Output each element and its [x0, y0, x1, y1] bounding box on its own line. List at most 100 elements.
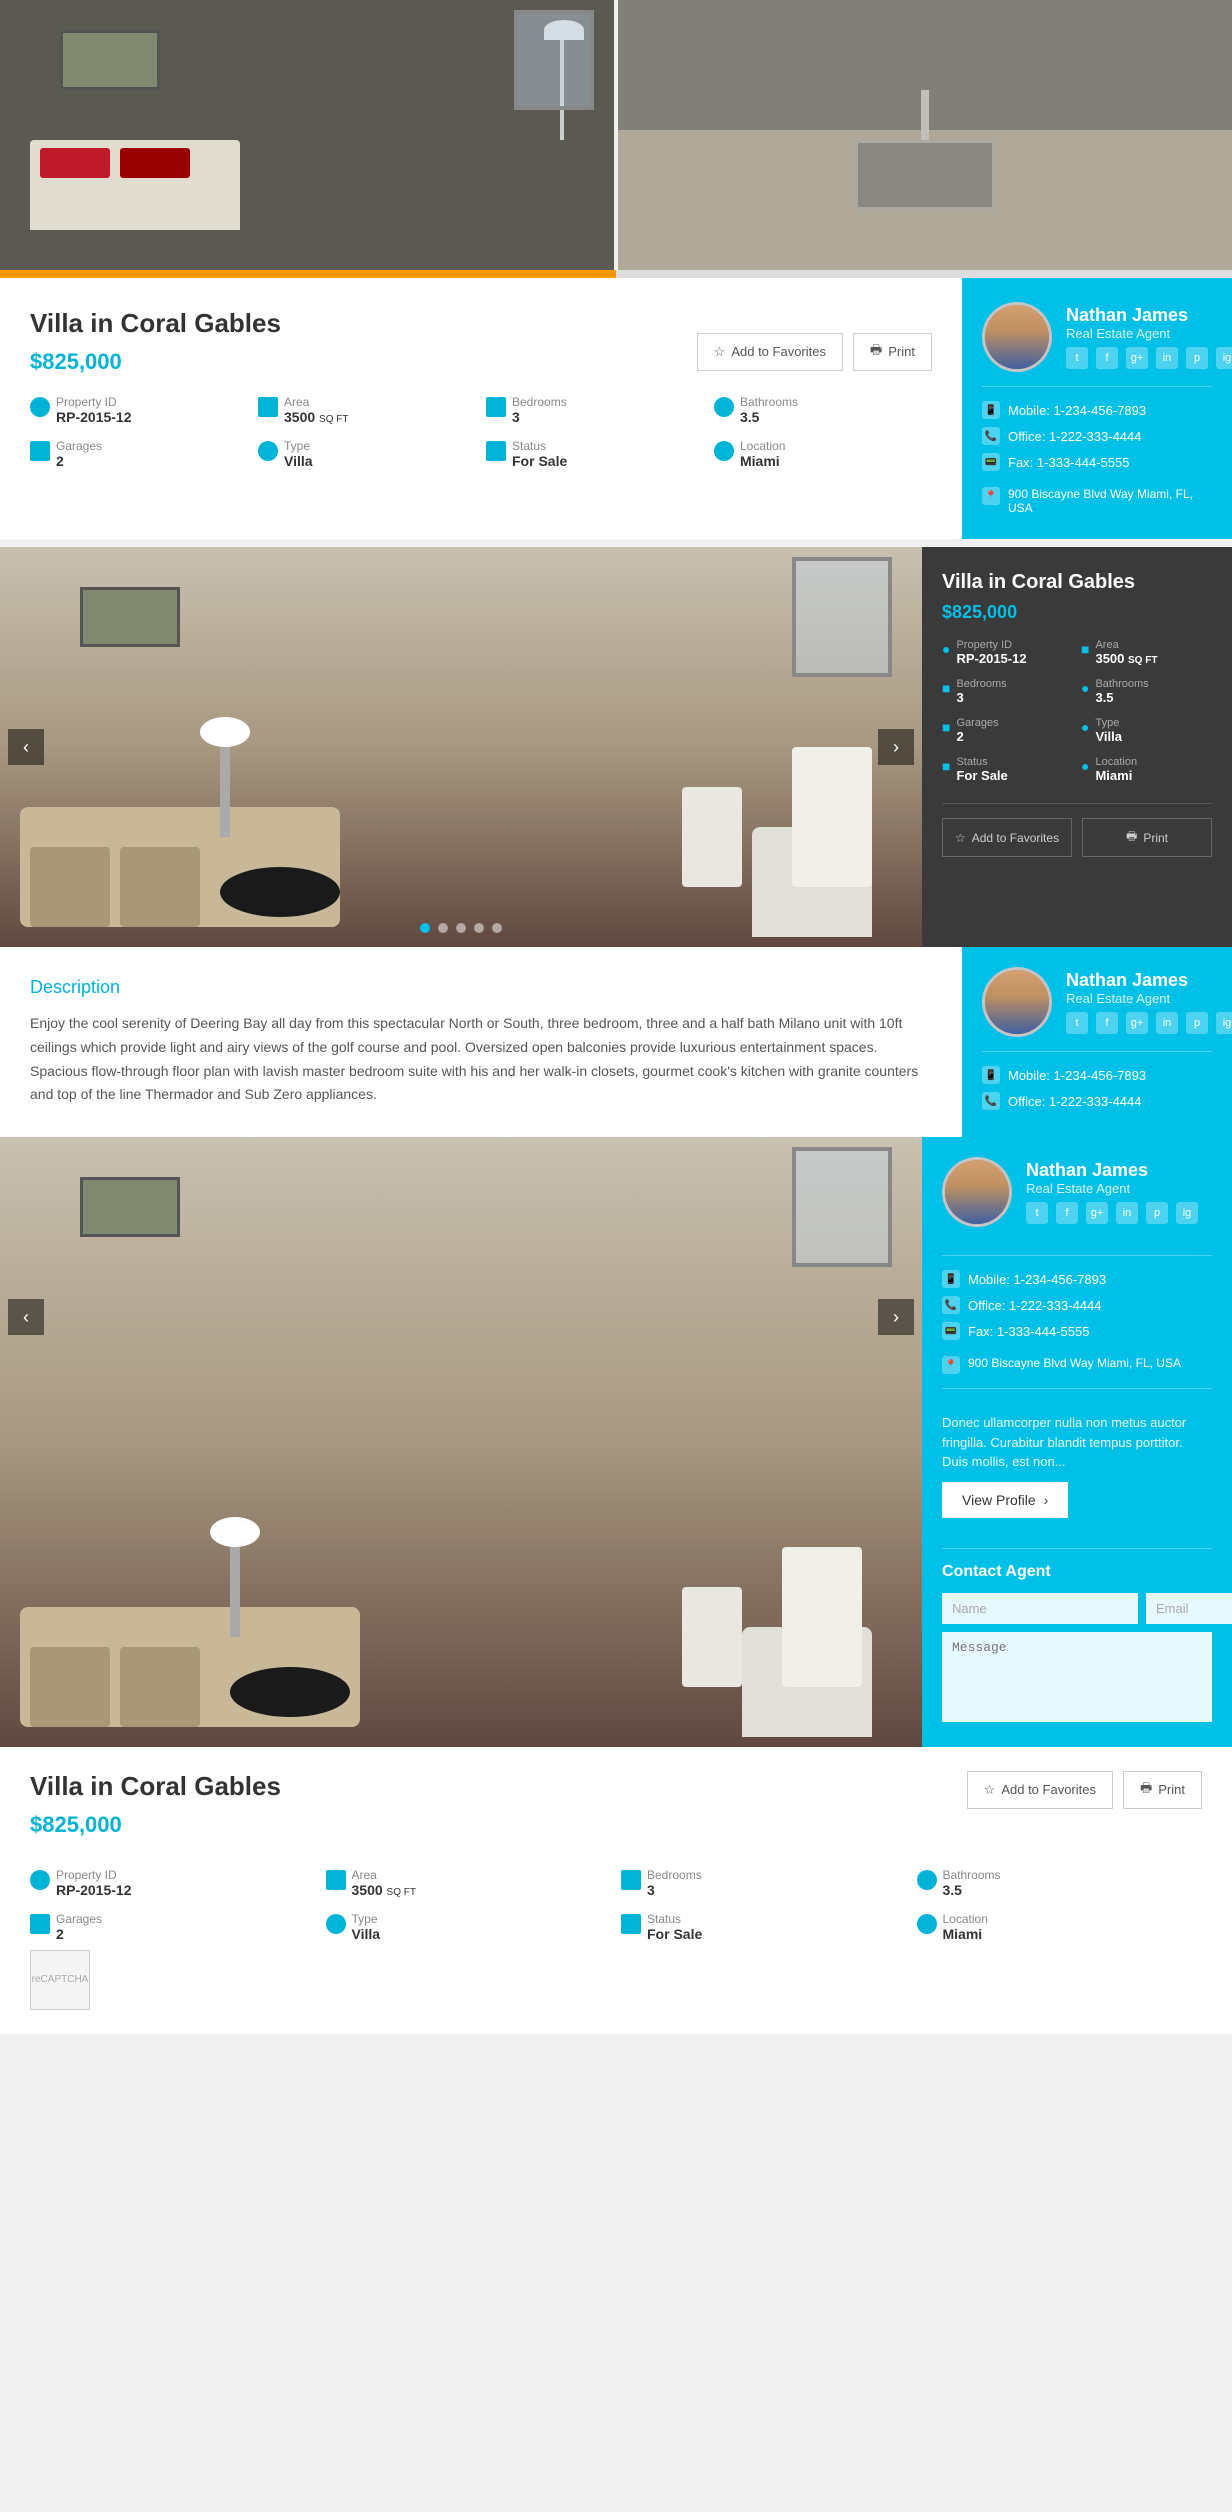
- fax-icon-1: 📟: [982, 453, 1000, 471]
- dot-3[interactable]: [456, 923, 466, 933]
- contact-mobile-1: 📱 Mobile: 1-234-456-7893: [982, 401, 1212, 419]
- hero-kitchen: [618, 0, 1232, 270]
- linkedin-icon[interactable]: in: [1156, 347, 1178, 369]
- agent-avatar-1: [982, 302, 1052, 372]
- linkedin-icon-large[interactable]: in: [1116, 1202, 1138, 1224]
- garage-icon: [30, 441, 50, 461]
- detail-garages-4: Garages 2: [30, 1912, 316, 1942]
- id-icon-4: [30, 1870, 50, 1890]
- toolbar-buttons-1: ☆ Add to Favorites 🖶 Print: [697, 333, 932, 371]
- facebook-icon-large[interactable]: f: [1056, 1202, 1078, 1224]
- location-icon-4: [917, 1914, 937, 1934]
- listing-bath-icon: ●: [1081, 680, 1089, 696]
- id-icon: [30, 397, 50, 417]
- agent-mini-panel: Nathan James Real Estate Agent t f g+ in…: [962, 947, 1232, 1137]
- print-icon: 🖶: [870, 341, 882, 363]
- bed-icon-4: [621, 1870, 641, 1890]
- contact-fax-1: 📟 Fax: 1-333-444-5555: [982, 453, 1212, 471]
- property-title-1: Villa in Coral Gables $825,000: [30, 308, 281, 395]
- address-icon-large: 📍: [942, 1356, 960, 1374]
- agent-contact-large: 📱 Mobile: 1-234-456-7893 📞 Office: 1-222…: [942, 1270, 1212, 1374]
- listing-favorites-button[interactable]: ☆ Add to Favorites: [942, 818, 1072, 857]
- detail-bedrooms: Bedrooms 3: [486, 395, 704, 425]
- agent-header-large: Nathan James Real Estate Agent t f g+ in…: [942, 1157, 1212, 1227]
- fax-icon-large: 📟: [942, 1322, 960, 1340]
- agent-divider-mini: [982, 1051, 1212, 1052]
- dot-1[interactable]: [420, 923, 430, 933]
- contact-name-input[interactable]: [942, 1593, 1138, 1624]
- status-icon: [486, 441, 506, 461]
- add-favorites-button-4[interactable]: ☆ Add to Favorites: [967, 1771, 1113, 1809]
- bed-icon: [486, 397, 506, 417]
- hero-banner: [0, 0, 1232, 270]
- listing-garage-icon: ■: [942, 719, 950, 735]
- carousel-next[interactable]: ›: [878, 729, 914, 765]
- agent-divider-large-3: [942, 1548, 1212, 1549]
- listing-details-grid: ● Property ID RP-2015-12 ■ Area 3500 SQ …: [942, 639, 1212, 783]
- agent-address-large: 📍 900 Biscayne Blvd Way Miami, FL, USA: [942, 1356, 1212, 1374]
- twitter-icon-mini[interactable]: t: [1066, 1012, 1088, 1034]
- pinterest-icon-large[interactable]: p: [1146, 1202, 1168, 1224]
- dot-5[interactable]: [492, 923, 502, 933]
- pinterest-icon[interactable]: p: [1186, 347, 1208, 369]
- print-button-1[interactable]: 🖶 Print: [853, 333, 932, 371]
- bath-icon: [714, 397, 734, 417]
- print-button-4[interactable]: 🖶 Print: [1123, 1771, 1202, 1809]
- property-info-1: Villa in Coral Gables $825,000 ☆ Add to …: [0, 278, 962, 539]
- googleplus-icon-large[interactable]: g+: [1086, 1202, 1108, 1224]
- recaptcha-box[interactable]: reCAPTCHA: [30, 1950, 90, 2010]
- social-icons-mini: t f g+ in p ig: [1066, 1012, 1232, 1034]
- dot-2[interactable]: [438, 923, 448, 933]
- detail-status-4: Status For Sale: [621, 1912, 907, 1942]
- twitter-icon[interactable]: t: [1066, 347, 1088, 369]
- listing-bed-icon: ■: [942, 680, 950, 696]
- description-section: Description Enjoy the cool serenity of D…: [0, 947, 1232, 1137]
- instagram-icon[interactable]: ig: [1216, 347, 1232, 369]
- type-icon: [258, 441, 278, 461]
- detail-bathrooms: Bathrooms 3.5: [714, 395, 932, 425]
- listing-print-button[interactable]: 🖶 Print: [1082, 818, 1212, 857]
- listing-type-icon: ●: [1081, 719, 1089, 735]
- listing-garages: ■ Garages 2: [942, 717, 1073, 744]
- detail-status: Status For Sale: [486, 439, 704, 469]
- googleplus-icon[interactable]: g+: [1126, 347, 1148, 369]
- contact-fax-large: 📟 Fax: 1-333-444-5555: [942, 1322, 1212, 1340]
- facebook-icon[interactable]: f: [1096, 347, 1118, 369]
- add-favorites-button-1[interactable]: ☆ Add to Favorites: [697, 333, 843, 371]
- large-carousel-next[interactable]: ›: [878, 1299, 914, 1335]
- detail-type: Type Villa: [258, 439, 476, 469]
- view-profile-button[interactable]: View Profile ›: [942, 1482, 1068, 1518]
- detail-type-4: Type Villa: [326, 1912, 612, 1942]
- listing-bedrooms: ■ Bedrooms 3: [942, 678, 1073, 705]
- listing-area-icon: ■: [1081, 641, 1089, 657]
- large-carousel-prev[interactable]: ‹: [8, 1299, 44, 1335]
- facebook-icon-mini[interactable]: f: [1096, 1012, 1118, 1034]
- instagram-icon-large[interactable]: ig: [1176, 1202, 1198, 1224]
- instagram-icon-mini[interactable]: ig: [1216, 1012, 1232, 1034]
- contact-mobile-mini: 📱 Mobile: 1-234-456-7893: [982, 1066, 1212, 1084]
- contact-message-textarea[interactable]: [942, 1632, 1212, 1722]
- area-icon: [258, 397, 278, 417]
- googleplus-icon-mini[interactable]: g+: [1126, 1012, 1148, 1034]
- linkedin-icon-mini[interactable]: in: [1156, 1012, 1178, 1034]
- listing-location: ● Location Miami: [1081, 756, 1212, 783]
- carousel-prev[interactable]: ‹: [8, 729, 44, 765]
- agent-divider-1: [982, 386, 1212, 387]
- twitter-icon-large[interactable]: t: [1026, 1202, 1048, 1224]
- office-icon-large: 📞: [942, 1296, 960, 1314]
- dot-4[interactable]: [474, 923, 484, 933]
- agent-contact-mini: 📱 Mobile: 1-234-456-7893 📞 Office: 1-222…: [982, 1066, 1212, 1110]
- listing-toolbar: ☆ Add to Favorites 🖶 Print: [942, 803, 1212, 857]
- detail-bathrooms-4: Bathrooms 3.5: [917, 1868, 1203, 1898]
- address-icon-1: 📍: [982, 487, 1000, 505]
- contact-office-large: 📞 Office: 1-222-333-4444: [942, 1296, 1212, 1314]
- pinterest-icon-mini[interactable]: p: [1186, 1012, 1208, 1034]
- contact-email-input[interactable]: [1146, 1593, 1232, 1624]
- print-icon-4: 🖶: [1140, 1779, 1152, 1801]
- progress-bar-container: [0, 270, 1232, 278]
- hero-bedroom: [0, 0, 614, 270]
- contact-office-mini: 📞 Office: 1-222-333-4444: [982, 1092, 1212, 1110]
- listing-status: ■ Status For Sale: [942, 756, 1073, 783]
- listing-id: ● Property ID RP-2015-12: [942, 639, 1073, 666]
- listing-type: ● Type Villa: [1081, 717, 1212, 744]
